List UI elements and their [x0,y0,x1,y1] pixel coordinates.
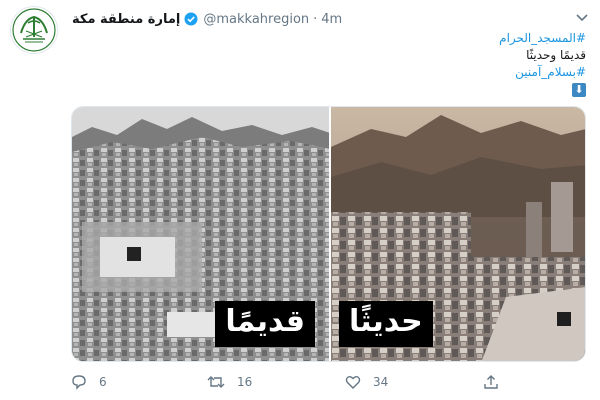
like-button[interactable]: 34 [345,374,388,390]
chevron-down-icon[interactable] [576,8,588,27]
tweet-actions: 6 16 34 [71,372,511,392]
hashtag-link[interactable]: #بسلام_آمنين [515,65,586,79]
old-photo[interactable]: قديمًا [72,107,329,361]
new-caption: حديثًا [339,301,433,347]
verified-badge-icon [184,12,198,26]
like-count: 34 [373,375,389,389]
tweet-media[interactable]: قديمًا حديثًا [71,106,586,362]
share-button[interactable] [483,374,499,390]
separator-dot: · [313,11,318,27]
reply-button[interactable]: 6 [71,374,107,390]
down-arrow-emoji-icon: ⬇ [572,82,586,97]
old-caption: قديمًا [215,301,315,347]
retweet-icon [207,376,225,388]
retweet-button[interactable]: 16 [207,374,252,390]
heart-icon [345,376,361,389]
tweet-header: إمارة منطقة مكة @makkahregion · 4m [68,9,368,29]
retweet-count: 16 [237,375,253,389]
new-photo[interactable]: حديثًا [331,107,585,361]
timestamp[interactable]: 4m [321,12,342,27]
share-icon [484,375,498,389]
display-name[interactable]: إمارة منطقة مكة [72,12,180,27]
tweet-body-text: قديمًا وحديثًا [526,48,586,62]
reply-count: 6 [99,375,107,389]
emblem-logo [12,8,56,52]
hashtag-link[interactable]: #المسجد_الحرام [499,31,586,45]
reply-icon [72,375,86,390]
handle[interactable]: @makkahregion [203,12,309,27]
avatar[interactable] [10,6,58,54]
tweet-text: #المسجد_الحرام قديمًا وحديثًا #بسلام_آمن… [106,30,586,98]
